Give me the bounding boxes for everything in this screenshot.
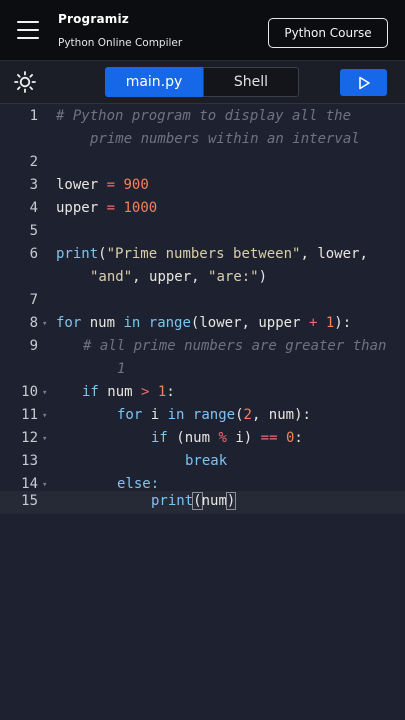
code-text: lower = 900 xyxy=(56,177,149,193)
line-number: 7 xyxy=(29,292,38,308)
play-icon xyxy=(358,76,370,89)
sun-theme-toggle-icon[interactable] xyxy=(13,70,37,94)
line-number: 11 xyxy=(21,407,38,423)
comment: prime numbers within an interval xyxy=(90,131,360,147)
run-button[interactable] xyxy=(340,69,387,96)
line-number: 6 xyxy=(29,246,38,262)
line-number: 1 xyxy=(29,108,38,124)
line-number: 3 xyxy=(29,177,38,193)
fold-arrow-icon[interactable]: ▾ xyxy=(42,388,47,398)
code-text: "and", upper, "are:") xyxy=(90,269,268,285)
line-number: 5 xyxy=(29,223,38,239)
editor-toolbar: main.py Shell xyxy=(0,61,405,103)
code-text: if (num % i) == 0: xyxy=(151,430,303,446)
line-number: 8 xyxy=(29,315,38,331)
comment: # all prime numbers are greater than xyxy=(83,338,387,354)
line-number: 12 xyxy=(21,430,38,446)
line-number: 10 xyxy=(21,384,38,400)
code-editor[interactable]: 1 # Python program to display all the pr… xyxy=(0,104,405,720)
tab-main-py[interactable]: main.py xyxy=(105,67,203,97)
line-number: 2 xyxy=(29,154,38,170)
app-header: Programiz Python Online Compiler Python … xyxy=(0,0,405,61)
line-number: 13 xyxy=(21,453,38,469)
python-course-button[interactable]: Python Course xyxy=(268,18,388,48)
fold-arrow-icon[interactable]: ▾ xyxy=(42,434,47,444)
app-subtitle: Python Online Compiler xyxy=(58,37,183,49)
fold-arrow-icon[interactable]: ▾ xyxy=(42,319,47,329)
hamburger-menu-icon[interactable] xyxy=(17,21,39,39)
fold-arrow-icon[interactable]: ▾ xyxy=(42,480,47,490)
code-text: print(num) xyxy=(151,492,237,510)
code-text: if num > 1: xyxy=(82,384,175,400)
line-number: 9 xyxy=(29,338,38,354)
code-text: print("Prime numbers between", lower, xyxy=(56,246,368,262)
comment: # Python program to display all the xyxy=(56,108,352,124)
comment: 1 xyxy=(117,361,126,377)
code-text: else: xyxy=(117,476,160,492)
code-text: break xyxy=(185,453,228,469)
tab-shell[interactable]: Shell xyxy=(203,67,299,97)
code-text: for num in range(lower, upper + 1): xyxy=(56,315,352,331)
line-number: 14 xyxy=(21,476,38,492)
line-number: 15 xyxy=(21,493,38,509)
line-number: 4 xyxy=(29,200,38,216)
programiz-logo[interactable]: Programiz xyxy=(58,12,129,26)
fold-arrow-icon[interactable]: ▾ xyxy=(42,411,47,421)
code-text: for i in range(2, num): xyxy=(117,407,311,423)
code-text: upper = 1000 xyxy=(56,200,158,216)
